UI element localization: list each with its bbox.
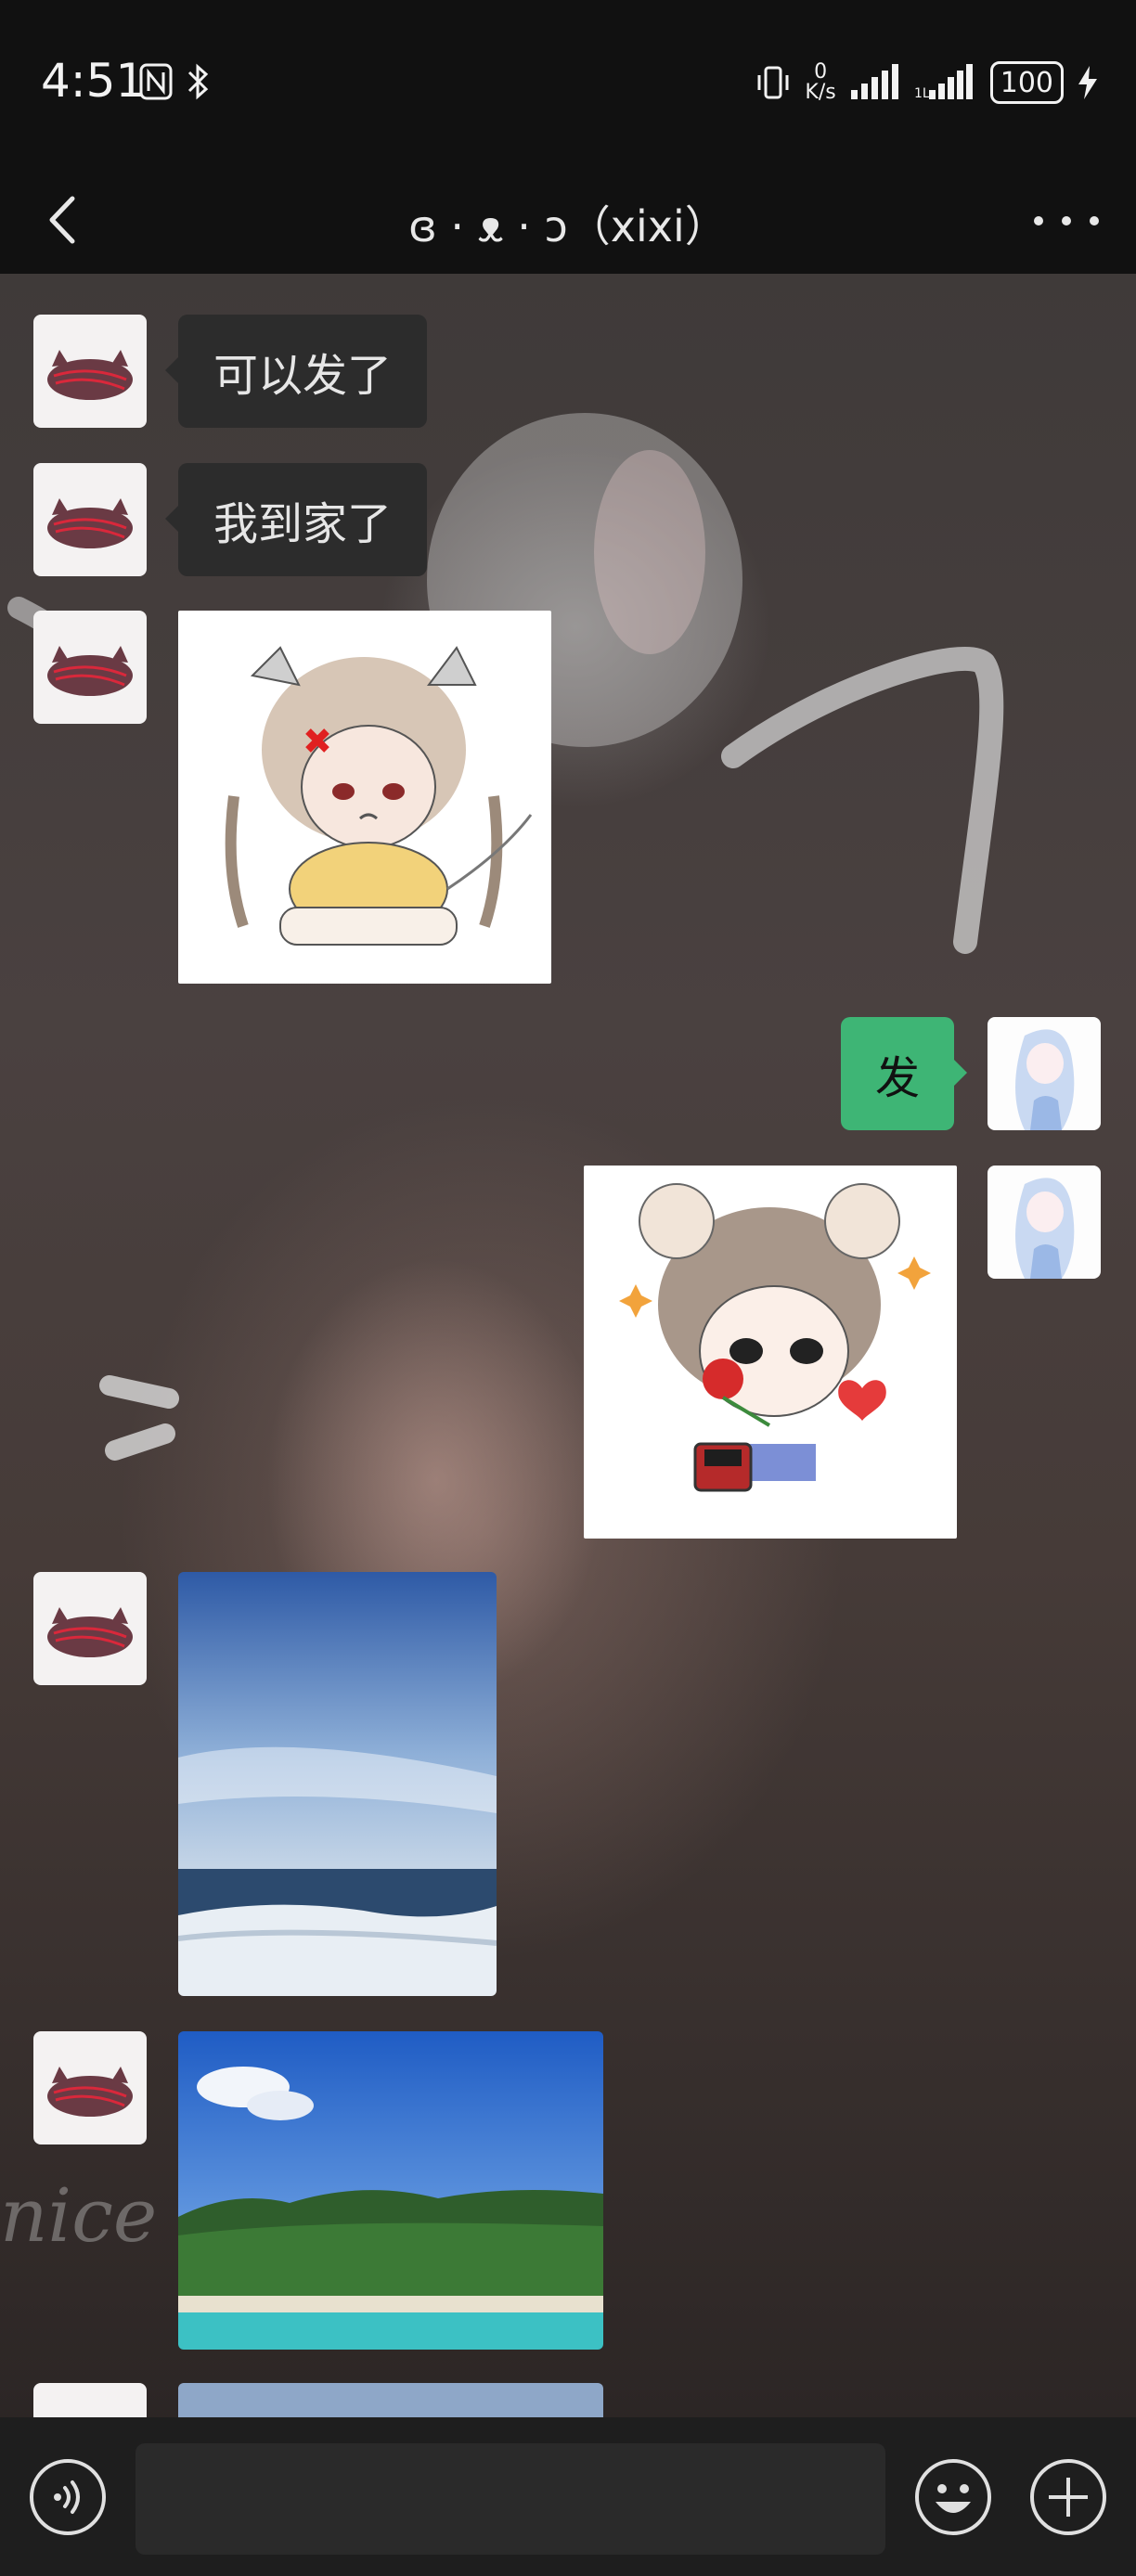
anime-girl-avatar-icon [1015,1178,1075,1279]
voice-icon[interactable] [28,2457,108,2537]
image-message[interactable] [178,2031,603,2350]
cat-avatar-icon [33,2383,147,2417]
bluetooth-icon [187,63,209,100]
message-bubble-sent[interactable]: 发 [841,1017,967,1130]
cat-avatar-icon [47,498,133,548]
rose-ring-chibi-sticker-icon [619,1183,931,1492]
charging-icon [1078,66,1097,99]
svg-text:nice: nice [0,2172,157,2259]
angry-chibi-sticker-icon [225,646,533,946]
contact-avatar[interactable] [33,315,147,428]
vibrate-icon [757,66,789,99]
contact-avatar[interactable] [33,463,147,576]
signal-icon [850,64,898,99]
nfc-icon [139,63,173,100]
sticker-message-sent[interactable] [584,1166,957,1539]
chat-title: ɞ · ᴥ · ɔ（xixi） [408,201,728,251]
battery-level: 100 [1000,66,1053,99]
sticker-message[interactable] [178,611,551,984]
net-speed-value: 0 [814,60,828,84]
chat-message-list[interactable]: nice 可以发了 我到家了 发 [0,274,1136,2417]
message-text: 可以发了 [213,350,393,402]
cat-avatar-icon [47,1607,133,1657]
message-text: 发 [874,1052,920,1104]
message-bubble[interactable]: 可以发了 [164,315,428,428]
message-text: 我到家了 [213,498,393,550]
partial-photo-icon [178,2383,603,2417]
battery-indicator: 100 [989,61,1064,104]
ocean-sky-photo-icon [178,1572,497,1996]
message-bubble[interactable]: 我到家了 [164,463,428,576]
svg-text:1L: 1L [914,86,930,101]
image-message[interactable] [178,1572,497,1996]
more-options-button[interactable] [1034,193,1099,249]
image-message[interactable] [178,2383,603,2417]
cat-avatar-icon [47,350,133,400]
cat-avatar-icon [47,646,133,696]
net-speed-unit: K/s [805,81,836,104]
my-avatar[interactable] [988,1166,1101,1279]
contact-avatar[interactable] [33,2383,147,2417]
emoji-icon[interactable] [913,2457,993,2537]
more-dot-icon [1034,216,1043,225]
message-input[interactable] [136,2443,885,2555]
status-bar: 4:51 0 K/s 1L 100 [0,0,1136,167]
net-speed: 0 K/s [805,62,835,103]
contact-avatar[interactable] [33,2031,147,2145]
cat-avatar-icon [47,2067,133,2117]
anime-girl-avatar-icon [1015,1029,1075,1130]
my-avatar[interactable] [988,1017,1101,1130]
more-dot-icon [1090,216,1099,225]
status-icons: 0 K/s 1L 100 [755,58,1099,108]
plus-icon[interactable] [1028,2457,1108,2537]
more-dot-icon [1062,216,1071,225]
chat-header: ɞ · ᴥ · ɔ（xixi） [0,167,1136,274]
message-input-bar [0,2417,1136,2576]
beach-island-photo-icon [178,2031,603,2350]
signal-2-icon: 1L [914,64,973,101]
status-time: 4:51 [41,54,146,108]
contact-avatar[interactable] [33,1572,147,1685]
contact-avatar[interactable] [33,611,147,724]
